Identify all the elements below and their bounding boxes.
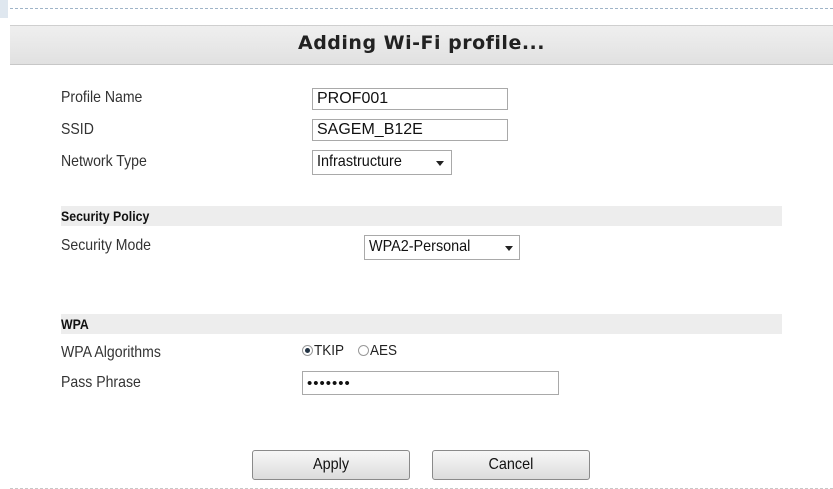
- page-edge-marker: [0, 0, 8, 18]
- security-mode-label: Security Mode: [61, 237, 151, 254]
- wpa-heading: WPA: [61, 316, 89, 332]
- chevron-down-icon: [505, 246, 513, 251]
- ssid-input[interactable]: [312, 119, 508, 141]
- profile-name-input[interactable]: [312, 88, 508, 110]
- network-type-label: Network Type: [61, 153, 147, 170]
- cancel-button-label: Cancel: [488, 456, 534, 473]
- chevron-down-icon: [436, 161, 444, 166]
- wpa-section: WPA: [61, 314, 782, 334]
- radio-label-tkip: TKIP: [314, 342, 345, 359]
- wpa-algorithms-label: WPA Algorithms: [61, 344, 161, 361]
- pass-phrase-label: Pass Phrase: [61, 374, 141, 391]
- radio-option-aes[interactable]: AES: [357, 342, 400, 359]
- security-mode-select[interactable]: WPA2-Personal: [364, 235, 520, 260]
- top-divider: [10, 8, 833, 9]
- security-mode-value: WPA2-Personal: [369, 238, 471, 255]
- network-type-select[interactable]: Infrastructure: [312, 150, 452, 175]
- wpa-algorithms-radio-group: TKIP AES: [302, 342, 400, 359]
- page-title: Adding Wi-Fi profile...: [298, 32, 545, 54]
- radio-label-aes: AES: [369, 342, 397, 359]
- network-type-value: Infrastructure: [317, 153, 402, 170]
- apply-button[interactable]: Apply: [252, 450, 410, 480]
- security-policy-section: Security Policy: [61, 206, 782, 226]
- pass-phrase-input[interactable]: [302, 371, 559, 395]
- title-bar: Adding Wi-Fi profile...: [10, 25, 833, 65]
- profile-name-label: Profile Name: [61, 89, 143, 106]
- cancel-button[interactable]: Cancel: [432, 450, 590, 480]
- radio-option-tkip[interactable]: TKIP: [302, 342, 352, 359]
- ssid-label: SSID: [61, 121, 94, 138]
- radio-unchecked-icon[interactable]: [357, 344, 369, 356]
- radio-checked-icon[interactable]: [302, 344, 313, 356]
- security-policy-heading: Security Policy: [61, 208, 150, 224]
- apply-button-label: Apply: [312, 456, 350, 473]
